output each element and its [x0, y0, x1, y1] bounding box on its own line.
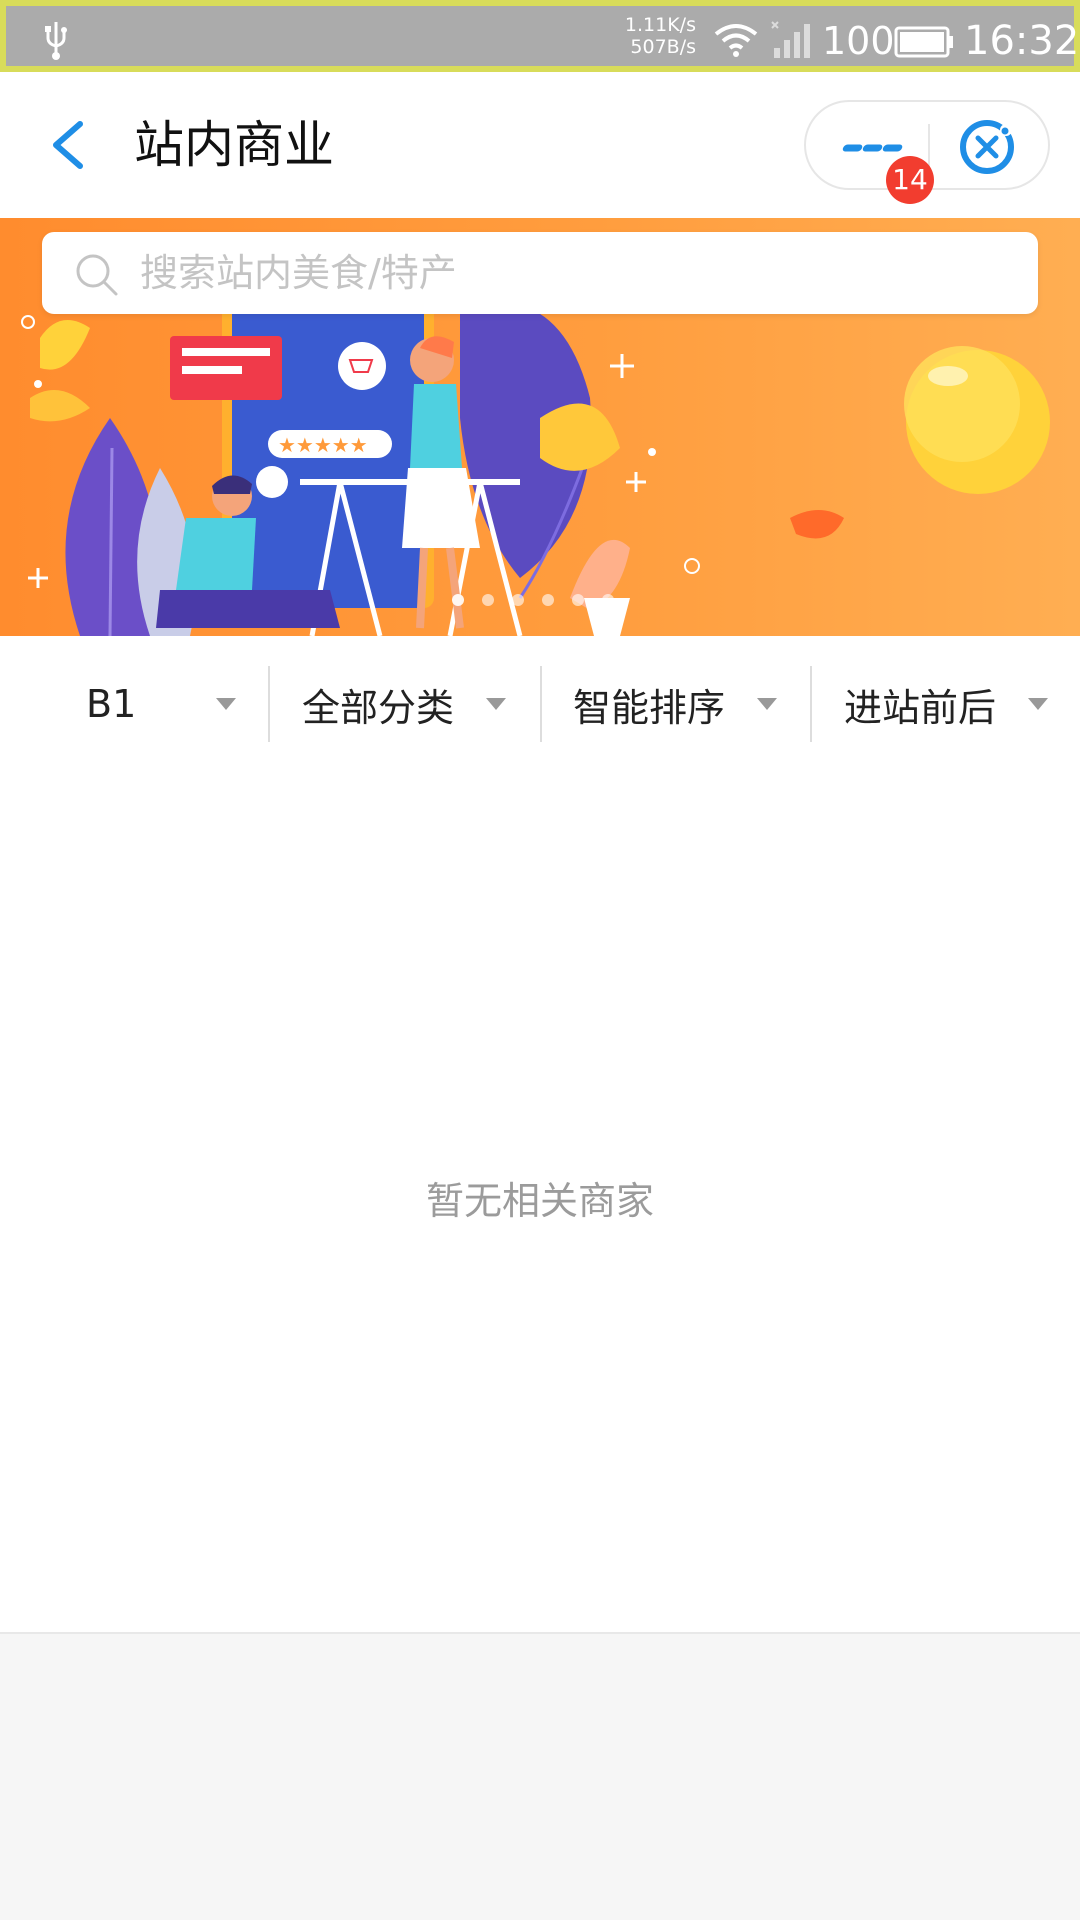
- notification-badge: 14: [886, 156, 934, 204]
- page-title: 站内商业: [134, 116, 334, 174]
- net-up-speed: 1.11K/s: [624, 14, 696, 36]
- back-arrow-icon[interactable]: [34, 110, 100, 180]
- merchant-list: 暂无相关商家: [0, 772, 1080, 1632]
- filter-category[interactable]: 全部分类: [270, 636, 541, 772]
- search-input[interactable]: [138, 232, 1018, 314]
- clock: 16:32: [964, 18, 1080, 64]
- wifi-icon: [714, 24, 758, 57]
- footer-blank-area: [0, 1632, 1080, 1920]
- capsule-divider: [928, 124, 930, 168]
- net-down-speed: 507B/s: [630, 36, 696, 58]
- close-circle-icon[interactable]: [956, 116, 1018, 178]
- filter-floor-label: B1: [86, 682, 137, 726]
- filter-location-label: 进站前后: [844, 685, 997, 730]
- caret-down-icon: [1028, 698, 1048, 710]
- filter-category-label: 全部分类: [302, 685, 455, 730]
- caret-down-icon: [216, 698, 236, 710]
- filter-location[interactable]: 进站前后: [812, 636, 1080, 772]
- signal-icon: [771, 21, 810, 58]
- battery-icon: [894, 26, 953, 58]
- header: 站内商业 14: [0, 72, 1080, 218]
- battery-percent: 100: [822, 19, 895, 63]
- filter-sort-label: 智能排序: [573, 685, 726, 730]
- search-bar[interactable]: [42, 232, 1038, 314]
- caret-down-icon: [486, 698, 506, 710]
- status-bar: 1.11K/s 507B/s 100 16:32: [0, 0, 1080, 72]
- filter-bar: B1 全部分类 智能排序 进站前后: [0, 636, 1080, 772]
- search-icon: [76, 254, 118, 296]
- filter-floor[interactable]: B1: [0, 636, 270, 772]
- svg-text:★★★★★: ★★★★★: [278, 433, 368, 457]
- caret-down-icon: [757, 698, 777, 710]
- usb-icon: [45, 22, 67, 60]
- filter-sort[interactable]: 智能排序: [541, 636, 812, 772]
- empty-state-message: 暂无相关商家: [425, 1179, 654, 1223]
- promo-banner[interactable]: ★★★★★: [0, 218, 1080, 636]
- network-speed: 1.11K/s 507B/s: [602, 14, 696, 58]
